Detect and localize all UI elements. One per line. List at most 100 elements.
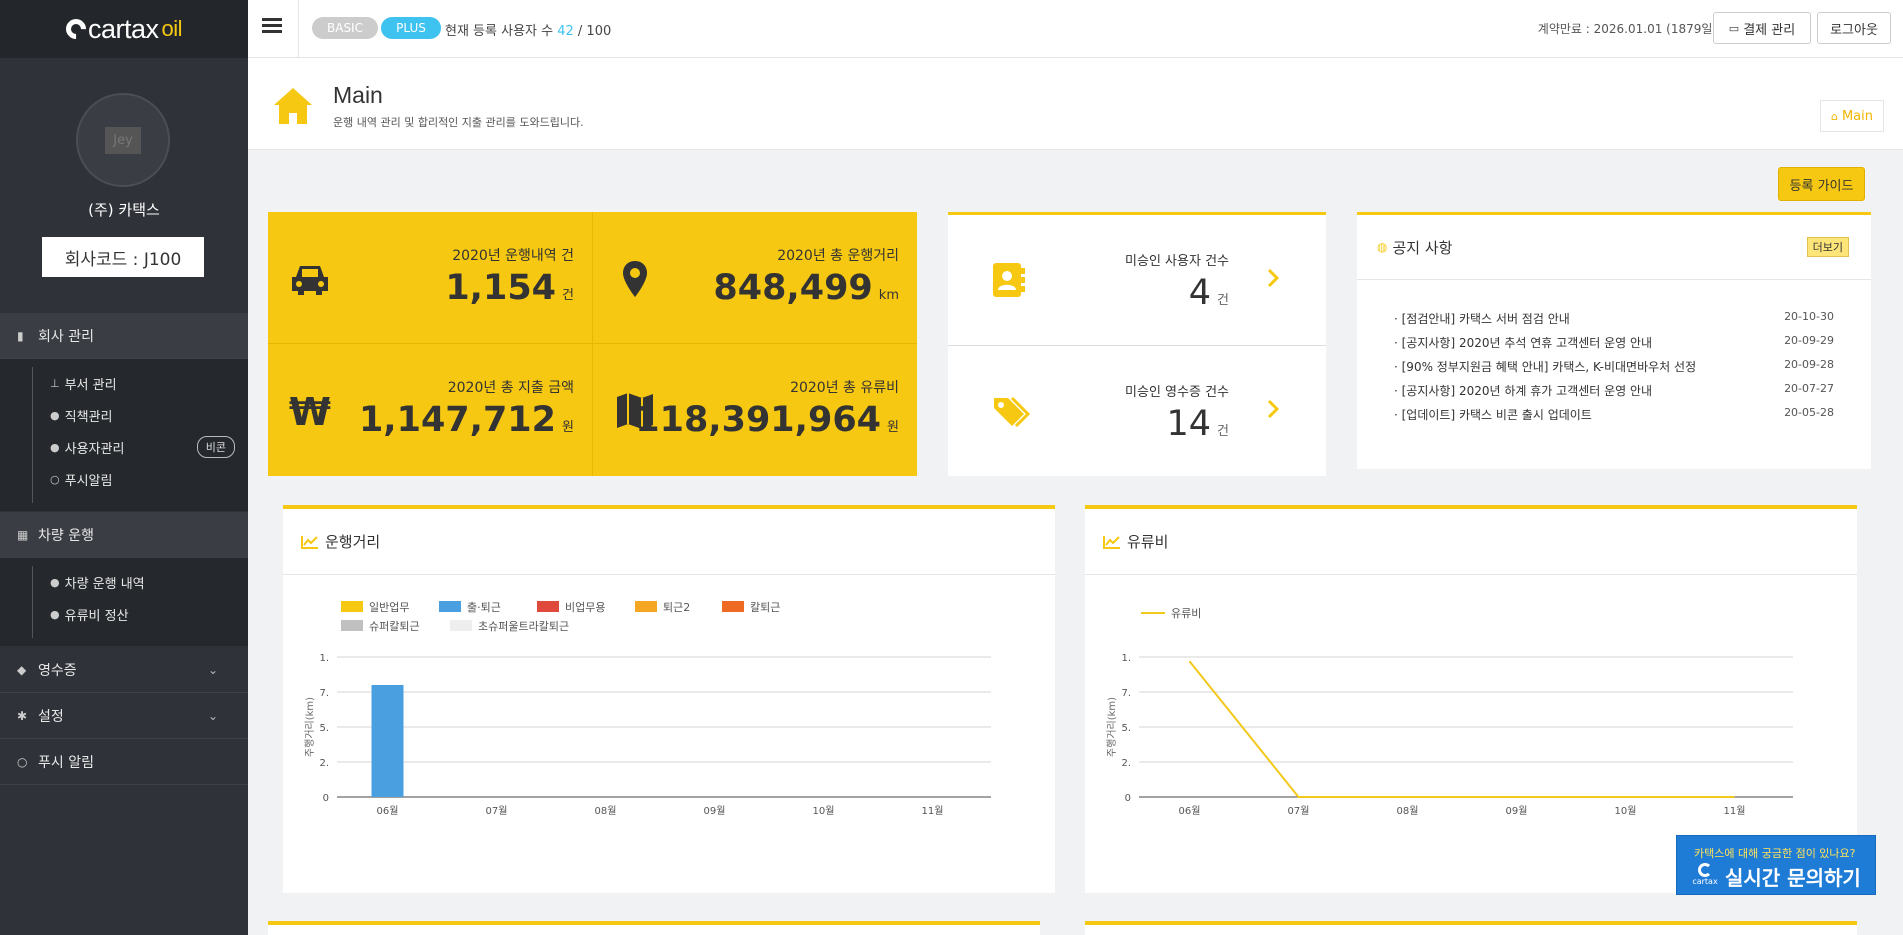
legend-swatch: [537, 601, 559, 612]
page-description: 운행 내역 관리 및 합리적인 지출 관리를 도와드립니다.: [333, 116, 584, 129]
pending-panel: 미승인 사용자 건수 4건 미승인 영수증 건수 14 건: [948, 212, 1326, 476]
chart-header: 운행거리: [283, 509, 1055, 575]
notice-header: ◍ 공지 사항: [1357, 215, 1871, 280]
basic-plan-pill[interactable]: BASIC: [312, 17, 378, 39]
home-small-icon: ⌂: [1830, 109, 1838, 123]
stat-total-distance: 2020년 총 운행거리 848,499 km: [593, 212, 917, 343]
breadcrumb[interactable]: ⌂ Main: [1819, 100, 1884, 132]
svg-text:₩: ₩: [289, 390, 331, 433]
sidebar-item-label: 직책관리: [64, 409, 113, 425]
plus-plan-pill[interactable]: PLUS: [381, 17, 441, 39]
y-tick-label: 5.: [319, 723, 329, 734]
beacon-badge[interactable]: 비콘: [196, 436, 235, 458]
series-line: [1188, 660, 1735, 798]
notice-text[interactable]: · [업데이트] 카택스 비콘 출시 업데이트: [1394, 406, 1592, 430]
registration-guide-button[interactable]: 등록 가이드: [1778, 167, 1865, 201]
sidebar-item-label: 부서 관리: [64, 377, 117, 393]
x-tick-label: 09월: [704, 805, 726, 817]
registered-users: 현재 등록 사용자 수 42 / 100: [445, 20, 611, 39]
nav-push-notification[interactable]: ○ 푸시 알림: [0, 739, 248, 785]
chart-title: 유류비: [1127, 533, 1169, 551]
sidebar-item-fuel-settlement[interactable]: ● 유류비 정산: [0, 598, 248, 630]
pending-unit: 건: [1217, 293, 1229, 308]
list-item[interactable]: · [업데이트] 카택스 비콘 출시 업데이트 20-05-28: [1394, 406, 1834, 430]
stat-number: 1,154: [445, 268, 557, 308]
notice-date: 20-10-30: [1784, 310, 1834, 323]
company-submenu: ⊥ 부서 관리 ● 직책관리 ● 사용자관리 비콘 ○ 푸시알림: [0, 359, 248, 511]
x-tick-label: 10월: [1615, 805, 1637, 817]
chat-logo-icon: cartax: [1691, 863, 1719, 891]
notice-title: 공지 사항: [1392, 238, 1453, 257]
nav-settings[interactable]: ✱ 설정 ⌄: [0, 693, 248, 739]
y-axis-label: 주행거리(km): [1106, 697, 1118, 757]
line-chart-icon: [1103, 535, 1120, 549]
legend-label: 초슈퍼울트라칼퇴근: [478, 620, 569, 633]
live-chat-button[interactable]: 카택스에 대해 궁금한 점이 있나요? cartax 실시간 문의하기: [1676, 835, 1876, 895]
legend-swatch: [341, 601, 363, 612]
pending-users[interactable]: 미승인 사용자 건수 4건: [948, 215, 1326, 345]
list-item[interactable]: · [공지사항] 2020년 하계 휴가 고객센터 운영 안내 20-07-27: [1394, 382, 1834, 406]
stat-trip-count: 2020년 운행내역 건 1,154 건: [268, 212, 592, 343]
chevron-down-icon: ⌄: [207, 662, 218, 677]
bottom-card-left: [268, 921, 1040, 935]
more-button[interactable]: 더보기: [1806, 237, 1849, 257]
notice-text[interactable]: · [점검안내] 카택스 서버 점검 안내: [1394, 310, 1570, 334]
y-tick-label: 7.: [319, 688, 329, 699]
avatar-text: Jey: [105, 126, 141, 154]
sidebar-item-department[interactable]: ⊥ 부서 관리: [0, 367, 248, 399]
company-name: (주) 카택스: [88, 201, 160, 219]
sidebar-item-push[interactable]: ○ 푸시알림: [0, 463, 248, 495]
legend-swatch: [722, 601, 744, 612]
x-tick-label: 11월: [922, 805, 944, 817]
cartax-logo[interactable]: cartax oil: [0, 0, 248, 58]
stat-value: 848,499 km: [713, 268, 899, 308]
nav-label: 차량 운행: [38, 527, 94, 544]
sidebar-item-users[interactable]: ● 사용자관리 비콘: [0, 431, 248, 463]
notice-text[interactable]: · [공지사항] 2020년 추석 연휴 고객센터 운영 안내: [1394, 334, 1652, 358]
distance-chart: 0 2. 5. 7. 1. 주행거리(km) 06월 07월 08월 09월 10월 11월 일반업무 출…: [304, 600, 991, 817]
nav-vehicle-operation[interactable]: ▦ 차량 운행: [0, 512, 248, 558]
x-tick-label: 11월: [1724, 805, 1746, 817]
notice-list: · [점검안내] 카택스 서버 점검 안내 20-10-30 · [공지사항] 2…: [1357, 280, 1871, 430]
logo-c-icon: [61, 14, 91, 44]
pending-receipts[interactable]: 미승인 영수증 건수 14 건: [948, 345, 1326, 475]
notice-date: 20-09-28: [1784, 358, 1834, 371]
logout-button[interactable]: 로그아웃: [1817, 12, 1891, 44]
page-header: Main 운행 내역 관리 및 합리적인 지출 관리를 도와드립니다. ⌂ Mai…: [248, 58, 1903, 150]
list-item[interactable]: · [90% 정부지원금 혜택 안내] 카택스, K-비대면바우처 선정 20-0…: [1394, 358, 1834, 382]
avatar: Jey: [76, 93, 170, 187]
legend-label: 일반업무: [369, 600, 409, 614]
y-tick-label: 1.: [1121, 653, 1131, 664]
sidebar-item-trip-history[interactable]: ● 차량 운행 내역: [0, 566, 248, 598]
sidebar: cartax oil Jey (주) 카택스 회사코드 : J100 ▮ 회사 관리…: [0, 0, 248, 935]
sidebar-item-position[interactable]: ● 직책관리: [0, 399, 248, 431]
nav-company-management[interactable]: ▮ 회사 관리: [0, 313, 248, 359]
y-tick-label: 7.: [1121, 688, 1131, 699]
menu-toggle-icon[interactable]: [262, 18, 282, 34]
notice-text[interactable]: · [90% 정부지원금 혜택 안내] 카택스, K-비대면바우처 선정: [1394, 358, 1696, 382]
stat-total-fuel: 2020년 총 유류비 118,391,964 원: [593, 344, 917, 475]
home-icon: [274, 88, 312, 124]
y-tick-label: 5.: [1121, 723, 1131, 734]
stat-unit: 원: [562, 420, 574, 435]
notice-text[interactable]: · [공지사항] 2020년 하계 휴가 고객센터 운영 안내: [1394, 382, 1652, 406]
list-item[interactable]: · [공지사항] 2020년 추석 연휴 고객센터 운영 안내 20-09-29: [1394, 334, 1834, 358]
map-marker-icon: [623, 261, 647, 297]
company-code: 회사코드 : J100: [42, 237, 204, 277]
legend-swatch: [439, 601, 461, 612]
y-tick-label: 1.: [319, 653, 329, 664]
nav-receipt[interactable]: ◆ 영수증 ⌄: [0, 647, 248, 693]
notice-date: 20-09-29: [1784, 334, 1834, 347]
x-tick-label: 08월: [1397, 805, 1419, 817]
chevron-right-icon[interactable]: [1266, 398, 1280, 420]
legend-swatch: [341, 620, 363, 631]
chevron-down-icon: ⌄: [207, 708, 218, 723]
x-tick-label: 06월: [1179, 805, 1201, 817]
list-item[interactable]: · [점검안내] 카택스 서버 점검 안내 20-10-30: [1394, 310, 1834, 334]
payment-button[interactable]: ▭ 결제 관리: [1713, 12, 1811, 44]
chevron-right-icon[interactable]: [1266, 267, 1280, 289]
breadcrumb-label: Main: [1841, 108, 1873, 124]
tag-icon: ◆: [17, 662, 27, 677]
stat-unit: 원: [887, 420, 899, 435]
sidebar-item-label: 푸시알림: [64, 473, 113, 489]
